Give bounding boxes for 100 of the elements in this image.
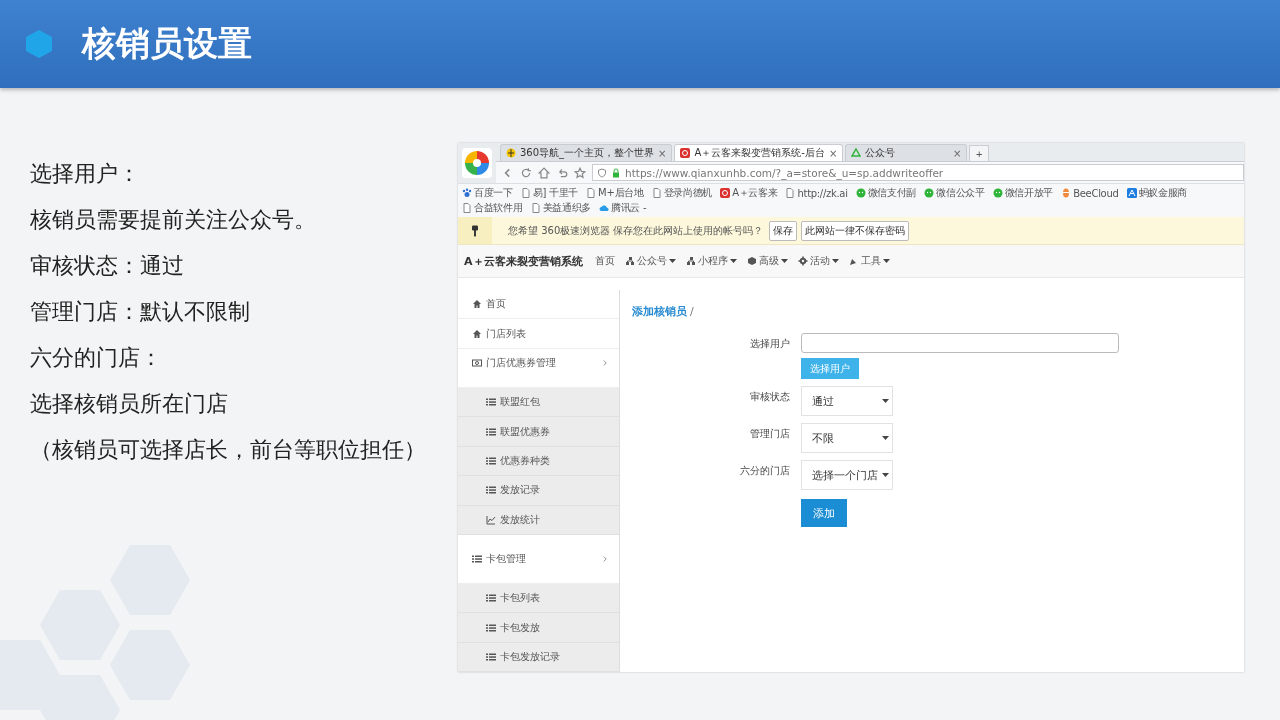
browser-tab[interactable]: 公众号 × [845, 144, 968, 161]
swirl-logo-icon [462, 148, 492, 178]
address-bar[interactable]: https://www.qianxunhb.com/?_a=store&_u=sp.addwriteoffer [592, 164, 1244, 181]
sidebar-item[interactable]: 门店列表 [458, 319, 619, 349]
list-icon [486, 485, 496, 496]
note-text: 管理门店：默认不限制 [30, 298, 251, 326]
list-icon [472, 553, 482, 564]
nav-menu-item[interactable]: 工具 [848, 254, 890, 268]
list-icon [486, 426, 496, 437]
list-icon [486, 397, 496, 408]
lock-icon [611, 167, 621, 178]
chat-icon [924, 188, 935, 198]
list-icon [486, 651, 496, 662]
field-label: 选择用户 [749, 337, 790, 351]
sidebar-subitem[interactable]: 联盟红包 [458, 388, 619, 418]
bookmark[interactable]: 合益软件用 [462, 201, 523, 215]
nav-menu-item[interactable]: 高级 [746, 254, 788, 268]
select-dropdown[interactable]: 选择一个门店 [801, 460, 893, 490]
sidebar-subitem[interactable]: 发放统计 [458, 505, 619, 535]
bookmark[interactable]: 腾讯云 - [599, 201, 647, 215]
chat-icon [992, 188, 1003, 198]
sidebar-item[interactable]: 卡包管理 [458, 544, 619, 584]
select-dropdown[interactable]: 通过 [801, 386, 893, 416]
bookmark[interactable]: 登录尚德机 [651, 186, 713, 200]
line-chart-icon [486, 514, 496, 525]
app-icon [680, 148, 691, 158]
chevron-right-icon [601, 554, 609, 563]
bookmark[interactable]: 易] 千里千 [520, 186, 579, 200]
add-button[interactable]: 添加 [801, 499, 847, 527]
cloud-icon [599, 203, 610, 213]
browser-tab[interactable]: 360导航_一个主页，整个世界 × [500, 144, 673, 161]
sidebar-item[interactable]: 首页 [458, 290, 619, 320]
field-label: 管理门店 [749, 427, 790, 441]
app-brand: A＋云客来裂变营销系统 [464, 253, 583, 269]
bookmark[interactable]: M+后台地 [586, 186, 644, 200]
note-text: 六分的门店： [30, 344, 163, 372]
shield-icon [597, 167, 607, 178]
bookmark[interactable]: BeeCloud [1061, 186, 1119, 200]
nav-menu-item[interactable]: 活动 [797, 254, 839, 268]
note-text: 审核状态：通过 [30, 252, 185, 280]
paw-icon [462, 188, 472, 198]
nav-menu-item[interactable]: 公众号 [624, 254, 676, 268]
save-password-message: 您希望 360极速浏览器 保存您在此网站上使用的帐号吗？ [508, 223, 764, 238]
select-dropdown[interactable]: 不限 [801, 423, 893, 453]
refresh-icon [520, 166, 532, 179]
home-icon [472, 299, 482, 310]
never-save-button[interactable]: 此网站一律不保存密码 [801, 220, 910, 241]
note-text: 选择核销员所在门店 [30, 390, 229, 418]
sidebar-item[interactable]: 门店优惠券管理 [458, 348, 619, 389]
caret-icon [882, 473, 889, 477]
page-icon [586, 188, 597, 198]
bookmark[interactable]: 百度一下 [462, 186, 513, 200]
close-tab-button[interactable]: × [952, 147, 962, 159]
list-icon [486, 593, 496, 604]
bookmark[interactable]: 微信公众平 [924, 186, 985, 200]
breadcrumb-link[interactable]: 添加核销员 [632, 305, 687, 318]
sidebar-subitem[interactable]: 卡包发放记录 [458, 642, 619, 672]
breadcrumb-separator: / [690, 305, 694, 318]
sidebar-subitem[interactable]: 联盟优惠券 [458, 417, 619, 447]
field-label: 六分的门店 [739, 464, 790, 478]
home-icon [538, 166, 550, 179]
save-button[interactable]: 保存 [769, 220, 798, 241]
chat-icon [855, 188, 866, 198]
note-text: 选择用户： [30, 160, 141, 188]
sidebar-subitem[interactable]: 发放记录 [458, 476, 619, 506]
list-icon [486, 455, 496, 466]
sitemap-icon [685, 256, 696, 266]
sidebar-subitem[interactable]: 卡包发放 [458, 613, 619, 643]
slide-title: 核销员设置 [82, 22, 252, 65]
sitemap-icon [624, 256, 635, 266]
page-icon [462, 203, 472, 213]
undo-icon [556, 166, 568, 179]
note-text: （核销员可选择店长，前台等职位担任） [30, 436, 427, 464]
sidebar-subitem[interactable]: 卡包列表 [458, 584, 619, 614]
field-label: 审核状态 [749, 390, 790, 404]
close-tab-button[interactable]: × [658, 147, 667, 159]
hexagon-icon [26, 30, 52, 58]
home-icon [472, 328, 482, 339]
bookmark[interactable]: http://zk.ai [785, 186, 848, 200]
close-tab-button[interactable]: × [828, 147, 838, 159]
caret-icon [882, 436, 889, 440]
bookmark[interactable]: 微信开放平 [992, 186, 1054, 200]
note-text: 核销员需要提前关注公众号。 [30, 206, 317, 234]
gear-icon [797, 256, 808, 266]
user-input-field[interactable] [801, 333, 1119, 353]
nav-menu-item[interactable]: 小程序 [685, 254, 737, 268]
page-icon [530, 203, 541, 213]
page-icon [520, 188, 531, 198]
bookmark[interactable]: A＋云客来 [720, 186, 778, 200]
key-icon [469, 223, 481, 238]
browser-tab[interactable]: A＋云客来裂变营销系统-后台 × [674, 144, 844, 161]
bookmark[interactable]: 美益通织多 [530, 201, 592, 215]
star-icon [574, 166, 586, 179]
bookmark[interactable]: 微信支付副 [855, 186, 917, 200]
bookmark[interactable]: 蚂蚁金服商 [1126, 186, 1188, 200]
app-icon [720, 188, 731, 198]
sidebar-subitem[interactable]: 优惠券种类 [458, 446, 619, 477]
caret-icon [882, 399, 889, 403]
nav-menu-item[interactable]: 首页 [594, 254, 615, 268]
new-tab-button[interactable]: + [969, 145, 990, 161]
